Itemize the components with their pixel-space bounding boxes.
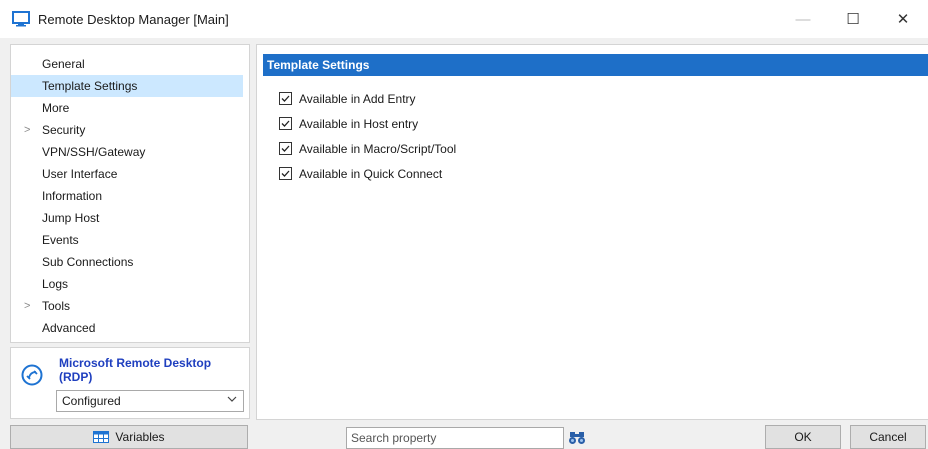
checkmark-icon xyxy=(281,170,290,177)
sidebar-item-security[interactable]: > Security xyxy=(11,119,249,141)
settings-nav-panel: General Template Settings More > Security VPN… xyxy=(10,44,250,343)
sidebar-item-general[interactable]: General xyxy=(11,53,249,75)
sidebar-item-label: More xyxy=(42,101,70,115)
title-bar: Remote Desktop Manager [Main] — ☐ ✕ xyxy=(0,0,928,38)
search-button[interactable] xyxy=(566,427,588,449)
checkbox[interactable] xyxy=(279,142,292,155)
section-header: Template Settings xyxy=(263,54,928,76)
window-title: Remote Desktop Manager [Main] xyxy=(38,11,229,27)
sidebar-item-jump-host[interactable]: Jump Host xyxy=(11,207,249,229)
checkbox[interactable] xyxy=(279,167,292,180)
sidebar-item-more[interactable]: More xyxy=(11,97,249,119)
sidebar-item-tools[interactable]: > Tools xyxy=(11,295,249,317)
cancel-button[interactable]: Cancel xyxy=(850,425,926,449)
chevron-down-icon xyxy=(227,396,237,402)
minimize-button[interactable]: — xyxy=(778,0,828,38)
entry-type-name: Microsoft Remote Desktop (RDP) xyxy=(59,356,212,384)
chevron-right-icon[interactable]: > xyxy=(24,119,30,141)
sidebar-item-label: User Interface xyxy=(42,167,118,181)
checkbox-label: Available in Quick Connect xyxy=(299,166,443,181)
checkbox[interactable] xyxy=(279,117,292,130)
sidebar-item-template-settings[interactable]: Template Settings xyxy=(11,75,243,97)
sidebar-item-sub-connections[interactable]: Sub Connections xyxy=(11,251,249,273)
sidebar-item-label: General xyxy=(42,57,85,71)
sidebar-item-label: Events xyxy=(42,233,79,247)
checkmark-icon xyxy=(281,145,290,152)
settings-nav-list: General Template Settings More > Security VPN… xyxy=(11,45,249,339)
sidebar-item-label: Advanced xyxy=(42,321,96,335)
rdp-icon xyxy=(21,364,43,386)
variables-label: Variables xyxy=(115,430,165,444)
window-controls: — ☐ ✕ xyxy=(778,0,928,38)
checkbox-row[interactable]: Available in Add Entry xyxy=(279,86,928,111)
entry-status-value: Configured xyxy=(62,394,121,408)
grid-icon xyxy=(93,431,110,443)
sidebar-item-label: Information xyxy=(42,189,103,203)
ok-button[interactable]: OK xyxy=(765,425,841,449)
chevron-right-icon[interactable]: > xyxy=(24,295,30,317)
entry-status-select[interactable]: Configured xyxy=(56,390,244,412)
sidebar-item-label: Sub Connections xyxy=(42,255,134,269)
maximize-button[interactable]: ☐ xyxy=(828,0,878,38)
checkbox-label: Available in Host entry xyxy=(299,116,419,131)
entry-info-panel: Microsoft Remote Desktop (RDP) Configure… xyxy=(10,347,250,419)
sidebar-item-label: Tools xyxy=(42,299,71,313)
checkbox-label: Available in Macro/Script/Tool xyxy=(299,141,457,156)
checkmark-icon xyxy=(281,95,290,102)
sidebar-item-logs[interactable]: Logs xyxy=(11,273,249,295)
variables-button[interactable]: Variables xyxy=(10,425,248,449)
sidebar-item-information[interactable]: Information xyxy=(11,185,249,207)
sidebar-item-advanced[interactable]: Advanced xyxy=(11,317,249,339)
checkbox-row[interactable]: Available in Quick Connect xyxy=(279,161,928,186)
binoculars-icon xyxy=(569,432,585,444)
close-button[interactable]: ✕ xyxy=(878,0,928,38)
sidebar-item-label: Logs xyxy=(42,277,69,291)
checkmark-icon xyxy=(281,120,290,127)
sidebar-item-label: Security xyxy=(42,123,86,137)
checkbox-row[interactable]: Available in Macro/Script/Tool xyxy=(279,136,928,161)
sidebar-item-events[interactable]: Events xyxy=(11,229,249,251)
template-options-list: Available in Add Entry Available in Host … xyxy=(279,86,928,186)
search-property-input[interactable] xyxy=(346,427,564,449)
sidebar-item-vpn-ssh-gateway[interactable]: VPN/SSH/Gateway xyxy=(11,141,249,163)
sidebar-item-label: Jump Host xyxy=(42,211,100,225)
checkbox[interactable] xyxy=(279,92,292,105)
monitor-icon xyxy=(12,11,30,27)
sidebar-item-label: VPN/SSH/Gateway xyxy=(42,145,146,159)
checkbox-label: Available in Add Entry xyxy=(299,91,416,106)
template-settings-panel: Template Settings Available in Add Entry… xyxy=(256,44,928,420)
checkbox-row[interactable]: Available in Host entry xyxy=(279,111,928,136)
sidebar-item-user-interface[interactable]: User Interface xyxy=(11,163,249,185)
sidebar-item-label: Template Settings xyxy=(42,79,138,93)
